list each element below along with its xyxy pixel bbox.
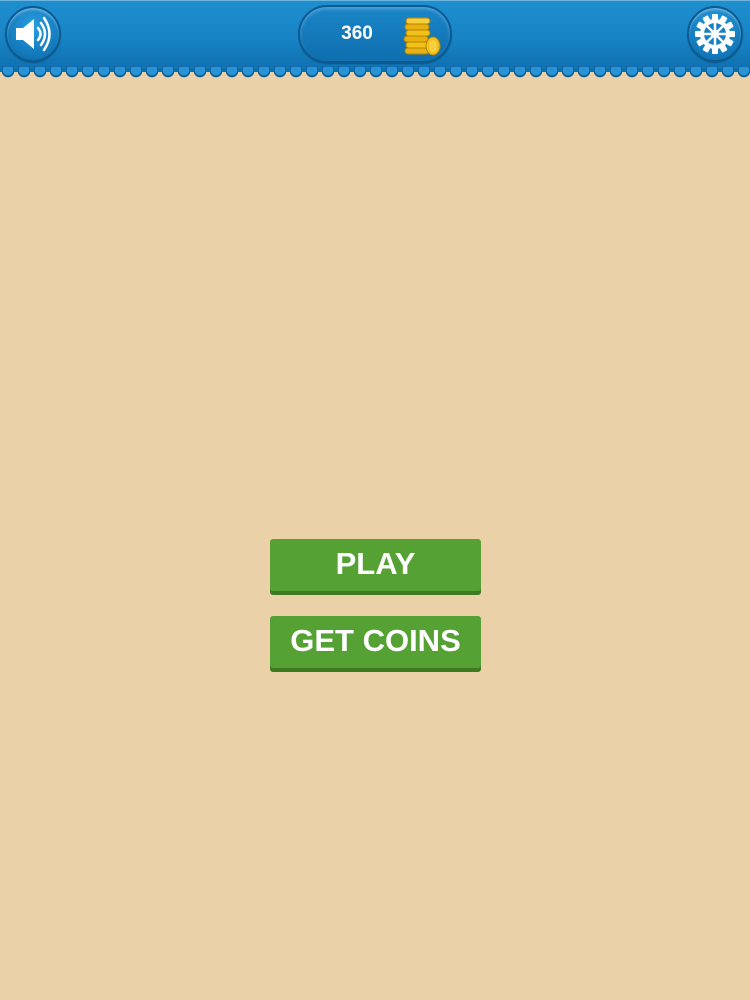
play-button[interactable]: PLAY [270, 539, 481, 591]
get-coins-button[interactable]: GET COINS [270, 616, 481, 668]
coin-stack-icon [400, 13, 444, 62]
settings-button[interactable] [687, 6, 743, 62]
speaker-icon [10, 11, 56, 57]
coin-balance: 360 [298, 5, 452, 63]
sound-toggle-button[interactable] [5, 6, 61, 62]
coin-count: 360 [341, 23, 373, 44]
top-bar-scalloped-edge [0, 67, 750, 79]
gear-icon [692, 11, 738, 57]
